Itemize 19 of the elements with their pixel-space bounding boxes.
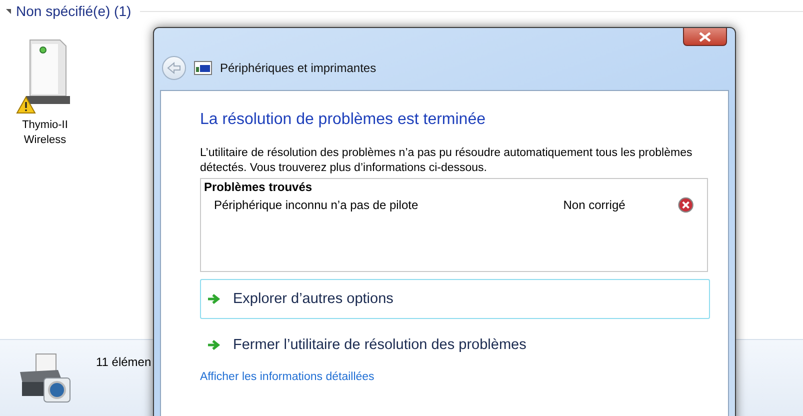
close-icon <box>698 32 712 42</box>
option-link[interactable]: Fermer l’utilitaire de résolution des problèmes <box>200 325 710 365</box>
description-text: L’utilitaire de résolution des problèmes n’a pas pu résoudre automatiquement tous les problèmes détectés. Vous trouverez plus d’informations ci-dessous. <box>200 146 694 176</box>
arrow-icon <box>207 339 221 351</box>
page-heading: La résolution de problèmes est terminée <box>200 111 486 129</box>
arrow-icon <box>207 293 221 305</box>
details-link[interactable]: Afficher les informations détaillées <box>200 371 374 383</box>
device-label: Thymio-II Wireless <box>21 118 69 148</box>
option-link[interactable]: Explorer d’autres options <box>200 279 710 319</box>
close-button[interactable] <box>683 28 727 46</box>
status-text: 11 élémen <box>96 355 152 369</box>
collapse-triangle-icon[interactable] <box>6 8 11 14</box>
group-header: Non spécifié(e) (1) <box>16 3 132 19</box>
devices-window-icon <box>194 61 212 75</box>
problem-name: Périphérique inconnu n’a pas de pilote <box>214 198 420 212</box>
back-arrow-icon <box>167 62 181 74</box>
problem-status: Non corrigé <box>563 198 626 212</box>
problems-title: Problèmes trouvés <box>204 180 314 194</box>
window-title: Périphériques et imprimantes <box>220 61 376 75</box>
